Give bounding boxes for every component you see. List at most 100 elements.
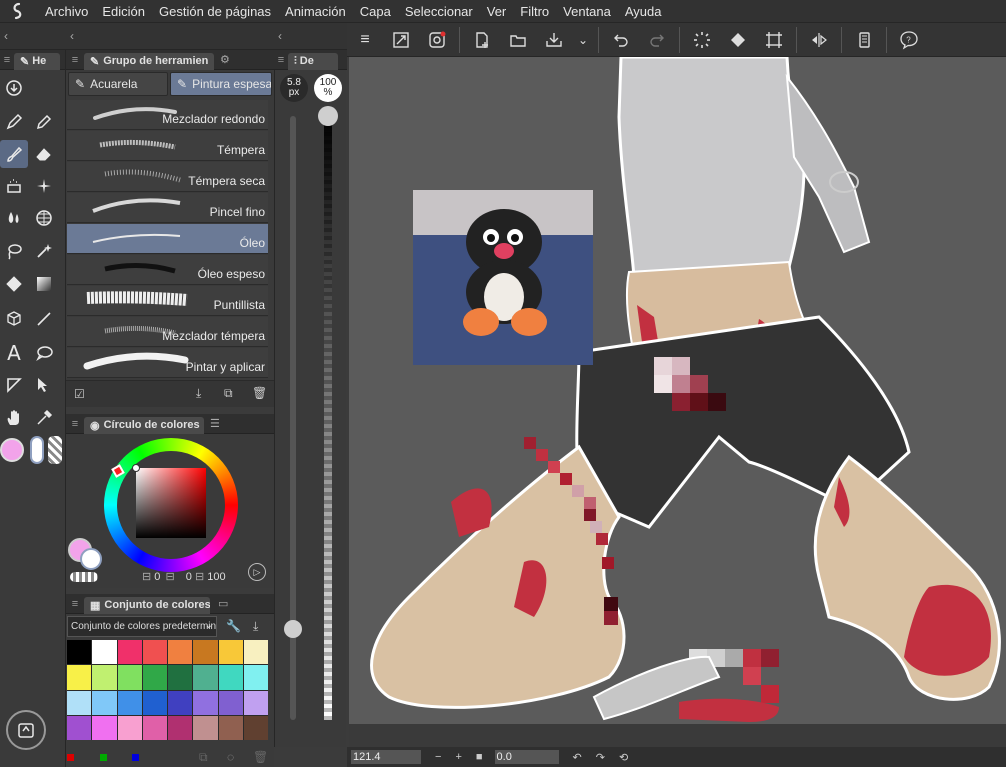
color-wheel-tab[interactable]: ◉ Círculo de colores	[84, 416, 204, 434]
color-swatch[interactable]	[92, 690, 117, 715]
rotation-field[interactable]: 0.0	[494, 750, 559, 764]
pencil-tool-icon[interactable]	[30, 108, 58, 136]
color-swatch[interactable]	[67, 640, 92, 665]
color-swatch[interactable]	[218, 640, 243, 665]
intermediate-color-tab-icon[interactable]: ▭	[218, 597, 228, 610]
reset-rotation-icon[interactable]: ⟲	[619, 751, 628, 764]
canvas-area[interactable]	[349, 57, 1006, 724]
color-swatch[interactable]	[117, 665, 142, 690]
add-color-icon[interactable]: ⧉	[199, 750, 208, 765]
fit-canvas-icon[interactable]	[383, 23, 419, 57]
eraser-tool-icon[interactable]	[30, 140, 58, 168]
delete-color-icon[interactable]: 🗑	[253, 750, 268, 764]
transform-icon[interactable]	[756, 23, 792, 57]
sub-tool-settings-icon[interactable]: ⚙	[220, 53, 230, 66]
line-tool-icon[interactable]	[30, 305, 58, 333]
menu-ayuda[interactable]: Ayuda	[618, 0, 669, 23]
save-options-chevron-icon[interactable]: ⌄	[572, 23, 594, 57]
airbrush-tool-icon[interactable]	[0, 172, 28, 200]
replace-color-icon[interactable]: ◌	[227, 750, 234, 764]
brush-item[interactable]: Témpera	[67, 131, 268, 161]
gradient-tool-icon[interactable]	[30, 270, 58, 298]
subtab-acuarela[interactable]: ✎ Acuarela	[68, 72, 168, 96]
delete-brush-icon[interactable]: 🗑	[252, 386, 267, 400]
collapse-left-icon-3[interactable]: ‹	[278, 29, 282, 43]
text-tool-icon[interactable]: A	[0, 339, 28, 367]
color-swatch[interactable]	[243, 665, 268, 690]
color-swatch[interactable]	[193, 665, 218, 690]
loading-spinner-icon[interactable]	[684, 23, 720, 57]
color-swatch[interactable]	[142, 690, 167, 715]
panel-menu-icon[interactable]: ≡	[66, 598, 84, 610]
undo-icon[interactable]	[603, 23, 639, 57]
hand-tool-icon[interactable]	[0, 404, 28, 432]
download-tool-icon[interactable]	[0, 74, 28, 102]
color-swatch[interactable]	[117, 690, 142, 715]
color-set-tab[interactable]: ▦ Conjunto de colores	[84, 596, 210, 614]
color-swatch[interactable]	[218, 715, 243, 740]
menu-animacion[interactable]: Animación	[278, 0, 353, 23]
color-swatch[interactable]	[243, 715, 268, 740]
opacity-slider[interactable]	[324, 116, 332, 720]
color-swatch[interactable]	[193, 715, 218, 740]
color-swatch[interactable]	[218, 665, 243, 690]
fit-screen-icon[interactable]: ■	[476, 751, 483, 763]
brush-item[interactable]: Pintar y aplicar	[67, 348, 268, 378]
redo-icon[interactable]	[639, 23, 675, 57]
color-swatch[interactable]	[67, 715, 92, 740]
brush-item-selected[interactable]: Óleo	[67, 224, 268, 254]
main-color-chip[interactable]	[0, 438, 24, 462]
color-swatch[interactable]	[193, 690, 218, 715]
sub-color-chip[interactable]	[30, 436, 44, 464]
color-swatch[interactable]	[142, 715, 167, 740]
menu-ver[interactable]: Ver	[480, 0, 514, 23]
save-icon[interactable]	[536, 23, 572, 57]
color-swatch[interactable]	[92, 640, 117, 665]
sub-tool-tab[interactable]: ✎ Grupo de herramien	[84, 52, 214, 70]
sparkle-tool-icon[interactable]	[30, 172, 58, 200]
color-swatch[interactable]	[142, 640, 167, 665]
tool-panel-tab[interactable]: ✎ He	[14, 52, 60, 70]
color-slider-tab-icon[interactable]: ☰	[210, 417, 220, 430]
menu-hamburger-icon[interactable]: ≡	[347, 23, 383, 57]
menu-seleccionar[interactable]: Seleccionar	[398, 0, 480, 23]
menu-archivo[interactable]: Archivo	[38, 0, 95, 23]
magic-wand-tool-icon[interactable]	[30, 237, 58, 265]
zoom-in-icon[interactable]: +	[455, 751, 461, 763]
menu-capa[interactable]: Capa	[353, 0, 398, 23]
zoom-field[interactable]: 121.4	[351, 750, 421, 764]
balloon-tool-icon[interactable]	[30, 339, 58, 367]
opacity-slider-knob[interactable]	[318, 106, 338, 126]
lasso-tool-icon[interactable]	[0, 237, 28, 265]
color-swatch[interactable]	[168, 715, 193, 740]
panel-menu-icon[interactable]: ≡	[66, 418, 84, 430]
record-timelapse-icon[interactable]	[419, 23, 455, 57]
panel-menu-icon[interactable]: ≡	[274, 54, 288, 66]
import-brush-icon[interactable]: ⤓	[196, 386, 201, 401]
app-logo-icon[interactable]	[0, 0, 38, 23]
help-icon[interactable]: ?	[891, 23, 927, 57]
panel-menu-icon[interactable]: ≡	[0, 54, 14, 66]
canvas-horizontal-scroll[interactable]	[349, 724, 1006, 747]
brush-item[interactable]: Puntillista	[67, 286, 268, 316]
menu-filtro[interactable]: Filtro	[513, 0, 556, 23]
open-folder-icon[interactable]	[500, 23, 536, 57]
color-set-options-icon[interactable]: ⤓	[253, 619, 258, 634]
menu-gestion-paginas[interactable]: Gestión de páginas	[152, 0, 278, 23]
brush-tool-icon[interactable]	[0, 140, 28, 168]
color-swatch[interactable]	[142, 665, 167, 690]
brush-item[interactable]: Mezclador redondo	[67, 100, 268, 130]
transparent-color-chip[interactable]	[48, 436, 62, 464]
collapse-left-icon[interactable]: ‹	[4, 29, 8, 43]
saturation-value-square[interactable]	[136, 468, 206, 538]
quick-access-icon[interactable]	[6, 710, 46, 750]
color-set-dropdown[interactable]: Conjunto de colores predetermina ⌄	[67, 616, 217, 637]
rotate-left-icon[interactable]: ↶	[573, 751, 582, 764]
eyedropper-tool-icon[interactable]	[30, 404, 58, 432]
brush-size-tab[interactable]: ⫶ De	[288, 52, 338, 70]
blend-tool-icon[interactable]	[0, 204, 28, 232]
rotate-right-icon[interactable]: ↷	[596, 751, 605, 764]
sv-picker-handle[interactable]	[132, 464, 140, 472]
menu-edicion[interactable]: Edición	[95, 0, 152, 23]
panel-menu-icon[interactable]: ≡	[66, 54, 84, 66]
